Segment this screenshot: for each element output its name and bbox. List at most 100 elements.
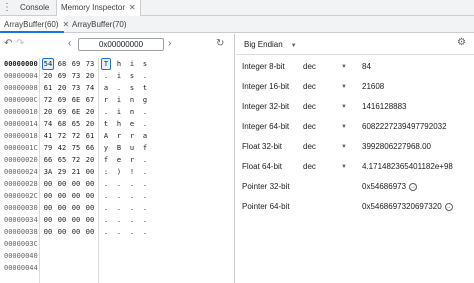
byte-cell[interactable]: 69 xyxy=(56,94,68,106)
byte-cell[interactable]: 65 xyxy=(70,118,82,130)
byte-cell[interactable]: 00 xyxy=(84,166,96,178)
ascii-cell[interactable]: i xyxy=(114,70,124,82)
ascii-cell[interactable]: g xyxy=(140,94,150,106)
byte-cell[interactable]: 73 xyxy=(70,70,82,82)
ascii-cell[interactable]: . xyxy=(114,178,124,190)
ascii-cell[interactable]: . xyxy=(140,70,150,82)
byte-cell[interactable]: 00 xyxy=(42,214,54,226)
ascii-cell[interactable]: : xyxy=(101,166,111,178)
ascii-cell[interactable]: . xyxy=(101,202,111,214)
byte-cell[interactable]: 00 xyxy=(84,214,96,226)
byte-cell[interactable]: 61 xyxy=(84,130,96,142)
byte-cell[interactable]: 72 xyxy=(70,130,82,142)
byte-cell[interactable]: 3A xyxy=(42,166,54,178)
ascii-cell[interactable]: h xyxy=(114,118,124,130)
byte-cell[interactable]: 54 xyxy=(42,58,54,70)
more-options-icon[interactable]: ⋮ xyxy=(2,1,12,15)
ascii-cell[interactable]: ! xyxy=(127,166,137,178)
value-mode-select[interactable]: dec xyxy=(303,80,316,94)
byte-cell[interactable]: 69 xyxy=(56,70,68,82)
byte-cell[interactable]: 20 xyxy=(56,82,68,94)
byte-cell[interactable]: 20 xyxy=(84,106,96,118)
byte-cell[interactable]: 00 xyxy=(70,226,82,238)
ascii-cell[interactable]: r xyxy=(114,130,124,142)
ascii-cell[interactable]: . xyxy=(101,214,111,226)
ascii-cell[interactable]: T xyxy=(101,58,111,70)
byte-cell[interactable]: 00 xyxy=(70,178,82,190)
ascii-cell[interactable]: . xyxy=(101,178,111,190)
byte-cell[interactable]: 20 xyxy=(84,118,96,130)
byte-cell[interactable]: 79 xyxy=(42,142,54,154)
byte-cell[interactable]: 6E xyxy=(70,94,82,106)
ascii-cell[interactable]: r xyxy=(127,154,137,166)
byte-cell[interactable]: 29 xyxy=(56,166,68,178)
ascii-cell[interactable]: r xyxy=(101,94,111,106)
ascii-cell[interactable]: e xyxy=(127,118,137,130)
ascii-cell[interactable]: . xyxy=(101,226,111,238)
byte-cell[interactable]: 00 xyxy=(56,190,68,202)
refresh-icon[interactable]: ↻ xyxy=(216,38,224,50)
byte-cell[interactable]: 20 xyxy=(42,106,54,118)
ascii-cell[interactable]: i xyxy=(114,106,124,118)
byte-cell[interactable]: 69 xyxy=(70,58,82,70)
byte-cell[interactable]: 75 xyxy=(70,142,82,154)
ascii-cell[interactable]: . xyxy=(101,190,111,202)
ascii-cell[interactable]: . xyxy=(114,82,124,94)
byte-cell[interactable]: 72 xyxy=(56,130,68,142)
value-mode-select[interactable]: dec xyxy=(303,140,316,154)
byte-cell[interactable]: 20 xyxy=(84,154,96,166)
ascii-cell[interactable]: t xyxy=(101,118,111,130)
byte-cell[interactable]: 00 xyxy=(84,202,96,214)
ascii-cell[interactable]: . xyxy=(140,226,150,238)
byte-cell[interactable]: 68 xyxy=(56,58,68,70)
history-back-icon[interactable]: ↶ xyxy=(4,38,12,50)
byte-cell[interactable]: 42 xyxy=(56,142,68,154)
close-tab-icon[interactable]: ✕ xyxy=(129,3,136,12)
tab-memory-inspector[interactable]: Memory Inspector ✕ xyxy=(56,0,141,16)
byte-cell[interactable]: 00 xyxy=(70,214,82,226)
byte-cell[interactable]: 72 xyxy=(70,154,82,166)
ascii-cell[interactable]: . xyxy=(140,106,150,118)
value-mode-select[interactable]: dec xyxy=(303,60,316,74)
ascii-cell[interactable]: . xyxy=(114,190,124,202)
byte-cell[interactable]: 65 xyxy=(56,154,68,166)
ascii-cell[interactable]: r xyxy=(127,130,137,142)
ascii-cell[interactable]: i xyxy=(127,58,137,70)
byte-cell[interactable]: 00 xyxy=(84,226,96,238)
value-mode-select[interactable]: dec xyxy=(303,120,316,134)
endianness-select[interactable]: Big Endian ▼ xyxy=(244,38,297,51)
byte-cell[interactable]: 69 xyxy=(56,106,68,118)
byte-cell[interactable]: 66 xyxy=(42,154,54,166)
byte-cell[interactable]: 00 xyxy=(84,190,96,202)
ascii-cell[interactable]: . xyxy=(140,154,150,166)
byte-cell[interactable]: 00 xyxy=(56,226,68,238)
byte-cell[interactable]: 41 xyxy=(42,130,54,142)
ascii-cell[interactable]: . xyxy=(127,190,137,202)
byte-cell[interactable]: 00 xyxy=(70,190,82,202)
ascii-cell[interactable]: B xyxy=(114,142,124,154)
byte-cell[interactable]: 00 xyxy=(84,178,96,190)
byte-cell[interactable]: 74 xyxy=(42,118,54,130)
previous-page-icon[interactable]: ‹ xyxy=(68,38,71,50)
ascii-cell[interactable]: a xyxy=(101,82,111,94)
jump-to-address-icon[interactable]: → xyxy=(444,202,453,211)
ascii-cell[interactable]: u xyxy=(127,142,137,154)
jump-to-address-icon[interactable]: → xyxy=(409,182,418,191)
byte-cell[interactable]: 61 xyxy=(42,82,54,94)
next-page-icon[interactable]: › xyxy=(168,38,171,50)
ascii-cell[interactable]: . xyxy=(127,202,137,214)
ascii-cell[interactable]: . xyxy=(140,166,150,178)
tab-arraybuffer-70[interactable]: ArrayBuffer(70) xyxy=(68,16,128,33)
gear-icon[interactable]: ⚙ xyxy=(457,37,466,48)
byte-cell[interactable]: 00 xyxy=(56,202,68,214)
ascii-cell[interactable]: . xyxy=(140,118,150,130)
byte-cell[interactable]: 00 xyxy=(56,178,68,190)
ascii-cell[interactable]: . xyxy=(101,106,111,118)
ascii-cell[interactable]: y xyxy=(101,142,111,154)
ascii-cell[interactable]: h xyxy=(114,58,124,70)
ascii-cell[interactable]: e xyxy=(114,154,124,166)
ascii-cell[interactable]: . xyxy=(140,190,150,202)
byte-cell[interactable]: 00 xyxy=(56,214,68,226)
byte-cell[interactable]: 6E xyxy=(70,106,82,118)
ascii-cell[interactable]: . xyxy=(127,214,137,226)
